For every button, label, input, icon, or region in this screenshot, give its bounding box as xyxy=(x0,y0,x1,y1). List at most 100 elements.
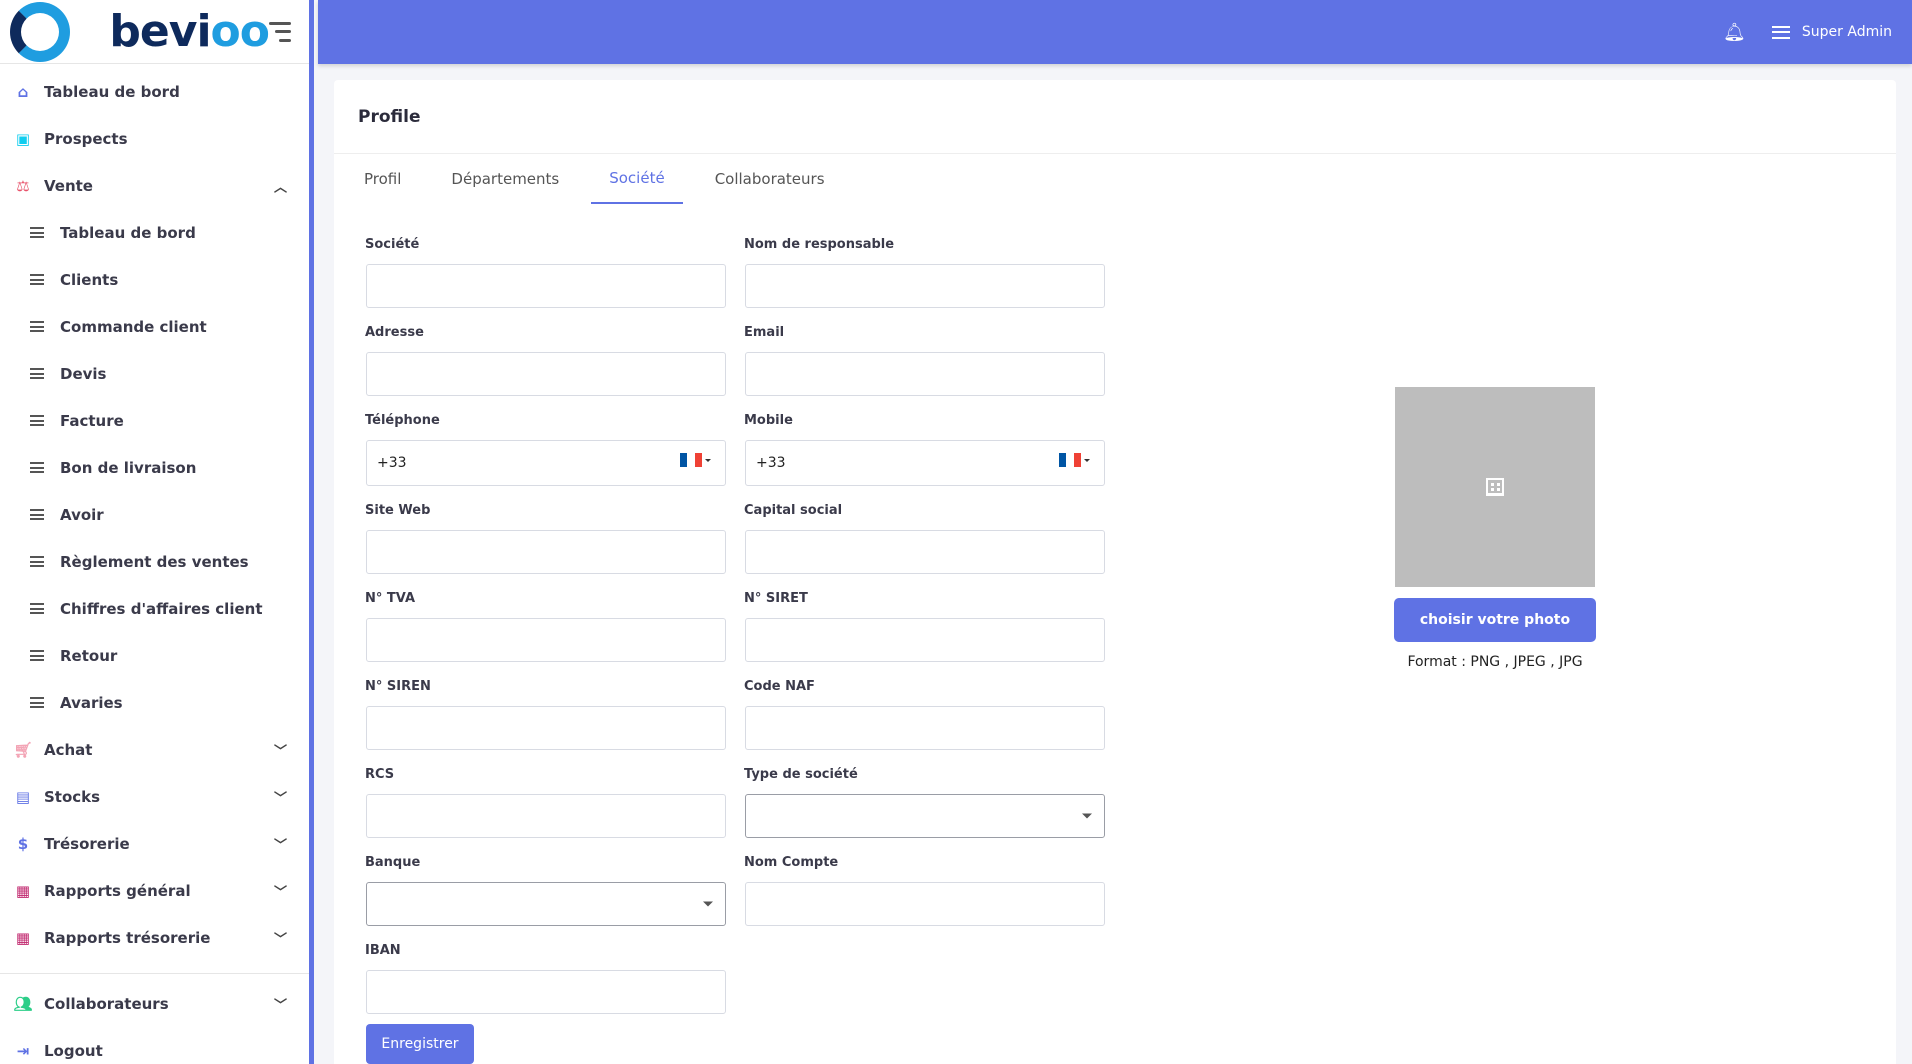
nom-responsable-label: Nom de responsable xyxy=(744,237,895,252)
sidebar-subitem-label: Avoir xyxy=(60,505,104,524)
capital-social-input[interactable] xyxy=(745,530,1105,574)
sidebar-subitem-label: Clients xyxy=(60,270,119,289)
choose-photo-button[interactable]: choisir votre photo xyxy=(1394,598,1596,642)
iban-input[interactable] xyxy=(366,970,726,1014)
chevron-down-icon: ﹀ xyxy=(273,791,287,806)
list-icon xyxy=(30,321,44,332)
chevron-down-icon: ﹀ xyxy=(273,744,287,759)
siret-input[interactable] xyxy=(745,618,1105,662)
report-icon: ▦ xyxy=(15,928,31,947)
site-web-input[interactable] xyxy=(366,530,726,574)
sidebar-item-label: Prospects xyxy=(44,129,128,148)
sidebar-subitem-reglement-des-ventes[interactable]: Règlement des ventes xyxy=(0,538,309,585)
france-flag-icon xyxy=(1059,453,1081,467)
nom-responsable-input[interactable] xyxy=(745,264,1105,308)
sidebar-item-logout[interactable]: ⇥ Logout xyxy=(0,1027,309,1064)
sidebar-item-prospects[interactable]: ▣ Prospects xyxy=(0,115,309,162)
sidebar-item-label: Vente xyxy=(44,176,93,195)
caret-down-icon xyxy=(705,458,711,462)
sidebar-subitem-label: Avaries xyxy=(60,693,123,712)
siren-input[interactable] xyxy=(366,706,726,750)
sidebar-item-label: Stocks xyxy=(44,787,101,806)
adresse-label: Adresse xyxy=(365,325,424,340)
sidebar-item-label: Rapports général xyxy=(44,881,191,900)
logo-text: bevioo xyxy=(109,6,270,57)
sidebar-item-rapports-general[interactable]: ▦ Rapports général ﹀ xyxy=(0,867,309,914)
list-icon xyxy=(30,227,44,238)
email-label: Email xyxy=(744,325,785,340)
topbar: 🔔︎ Super Admin xyxy=(318,0,1912,64)
sidebar-subitem-facture[interactable]: Facture xyxy=(0,397,309,444)
societe-input[interactable] xyxy=(366,264,726,308)
mobile-label: Mobile xyxy=(744,413,793,428)
sidebar-toggle-icon[interactable] xyxy=(269,21,291,42)
code-naf-label: Code NAF xyxy=(744,679,815,694)
sidebar-item-label: Collaborateurs xyxy=(44,994,169,1013)
save-button[interactable]: Enregistrer xyxy=(366,1024,474,1064)
sidebar-item-achat[interactable]: 🛒︎ Achat ﹀ xyxy=(0,726,309,773)
type-societe-select[interactable] xyxy=(745,794,1105,838)
user-menu[interactable]: Super Admin xyxy=(1802,24,1892,40)
tabs: Profil Départements Société Collaborateu… xyxy=(346,154,1896,204)
sidebar-subitem-label: Tableau de bord xyxy=(60,223,196,242)
tva-input[interactable] xyxy=(366,618,726,662)
tab-collaborateurs[interactable]: Collaborateurs xyxy=(697,154,843,204)
sidebar-subitem-label: Règlement des ventes xyxy=(60,552,249,571)
list-icon xyxy=(30,603,44,614)
sidebar-item-rapports-tresorerie[interactable]: ▦ Rapports trésorerie ﹀ xyxy=(0,914,309,961)
sidebar-subitem-avaries[interactable]: Avaries xyxy=(0,679,309,726)
page-title: Profile xyxy=(334,80,1896,154)
store-icon: ▤ xyxy=(15,787,31,806)
chevron-up-icon: ︿ xyxy=(273,180,287,195)
sidebar-item-stocks[interactable]: ▤ Stocks ﹀ xyxy=(0,773,309,820)
code-naf-input[interactable] xyxy=(745,706,1105,750)
nom-compte-label: Nom Compte xyxy=(744,855,839,870)
rcs-input[interactable] xyxy=(366,794,726,838)
nom-compte-input[interactable] xyxy=(745,882,1105,926)
chevron-down-icon: ﹀ xyxy=(273,885,287,900)
sidebar-item-tresorerie[interactable]: $ Trésorerie ﹀ xyxy=(0,820,309,867)
sidebar-subitem-label: Chiffres d'affaires client xyxy=(60,599,263,618)
tab-societe[interactable]: Société xyxy=(591,154,683,204)
banque-select[interactable] xyxy=(366,882,726,926)
email-input[interactable] xyxy=(745,352,1105,396)
sidebar-subitem-clients[interactable]: Clients xyxy=(0,256,309,303)
scale-icon: ⚖ xyxy=(16,176,30,195)
menu-icon[interactable] xyxy=(1771,25,1790,39)
tab-departements[interactable]: Départements xyxy=(433,154,577,204)
sidebar-item-tableau-de-bord[interactable]: ⌂ Tableau de bord xyxy=(0,68,309,115)
telephone-input[interactable]: +33 xyxy=(366,440,726,486)
chevron-down-icon: ﹀ xyxy=(273,838,287,853)
chevron-down-icon: ﹀ xyxy=(273,932,287,947)
sidebar-subitem-retour[interactable]: Retour xyxy=(0,632,309,679)
bell-icon[interactable]: 🔔︎ xyxy=(1723,22,1746,43)
caret-down-icon xyxy=(703,901,713,907)
sidebar-item-vente[interactable]: ⚖ Vente ︿ xyxy=(0,162,309,209)
country-select[interactable] xyxy=(680,453,711,467)
capital-social-label: Capital social xyxy=(744,503,843,518)
list-icon xyxy=(30,368,44,379)
photo-format-hint: Format : PNG , JPEG , JPG xyxy=(1407,654,1583,670)
country-select[interactable] xyxy=(1059,453,1090,467)
company-photo-placeholder xyxy=(1395,387,1595,587)
sidebar-subitem-label: Bon de livraison xyxy=(60,458,197,477)
sidebar-subitem-avoir[interactable]: Avoir xyxy=(0,491,309,538)
building-icon xyxy=(1486,478,1504,496)
chevron-down-icon: ﹀ xyxy=(273,998,287,1013)
mobile-input[interactable]: +33 xyxy=(745,440,1105,486)
home-icon: ⌂ xyxy=(17,82,29,101)
sidebar-item-collaborateurs[interactable]: 👥︎ Collaborateurs ﹀ xyxy=(0,980,309,1027)
tva-label: N° TVA xyxy=(365,591,416,606)
sidebar-subitem-tableau-de-bord[interactable]: Tableau de bord xyxy=(0,209,309,256)
sidebar-subitem-devis[interactable]: Devis xyxy=(0,350,309,397)
adresse-input[interactable] xyxy=(366,352,726,396)
sidebar-subitem-label: Devis xyxy=(60,364,107,383)
sidebar-subitem-commande-client[interactable]: Commande client xyxy=(0,303,309,350)
iban-label: IBAN xyxy=(365,943,401,958)
sidebar-subitem-chiffres-affaires-client[interactable]: Chiffres d'affaires client xyxy=(0,585,309,632)
sidebar-nav: ⌂ Tableau de bord ▣ Prospects ⚖ Vente ︿ … xyxy=(0,64,309,1064)
tab-profil[interactable]: Profil xyxy=(346,154,419,204)
profile-card: Profile Profil Départements Société Coll… xyxy=(334,80,1896,1064)
logout-icon: ⇥ xyxy=(16,1041,30,1060)
sidebar-subitem-bon-de-livraison[interactable]: Bon de livraison xyxy=(0,444,309,491)
